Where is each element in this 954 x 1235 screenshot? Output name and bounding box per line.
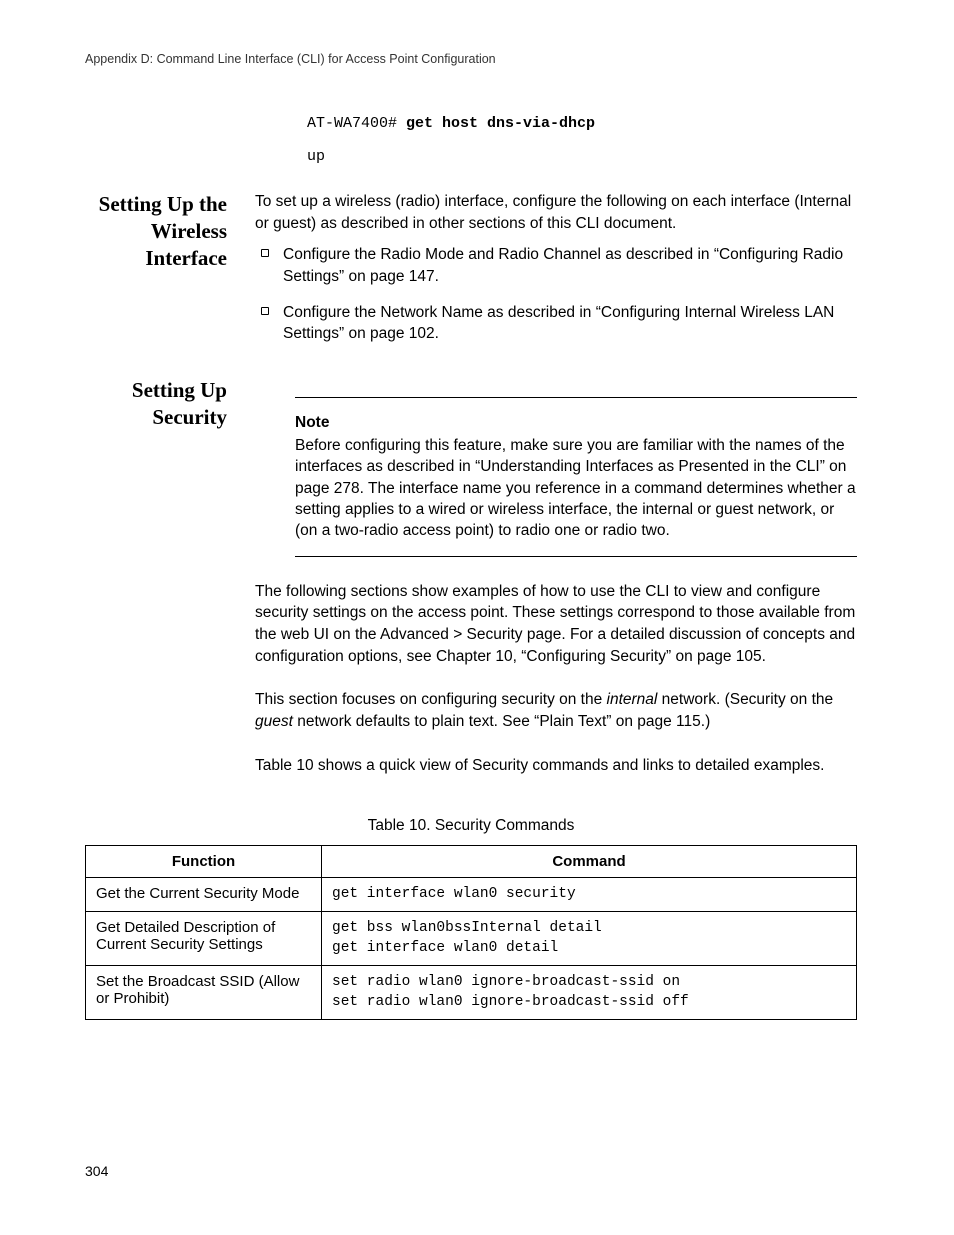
- cell-function-0: Get the Current Security Mode: [86, 877, 322, 912]
- cli-prompt: AT-WA7400#: [307, 115, 406, 132]
- cli-command: get host dns-via-dhcp: [406, 115, 595, 132]
- th-command: Command: [322, 845, 857, 877]
- table-header-row: Function Command: [86, 845, 857, 877]
- note-title: Note: [295, 412, 857, 434]
- cli-command-line: AT-WA7400# get host dns-via-dhcp: [307, 114, 857, 132]
- security-para-3: Table 10 shows a quick view of Security …: [255, 755, 857, 777]
- note-box: Note Before configuring this feature, ma…: [295, 397, 857, 557]
- cell-function-2: Set the Broadcast SSID (Allow or Prohibi…: [86, 966, 322, 1020]
- p2-mid: network. (Security on the: [657, 691, 833, 708]
- wireless-bullet-2: Configure the Network Name as described …: [255, 302, 857, 345]
- cell-command-0: get interface wlan0 security: [322, 877, 857, 912]
- page-number: 304: [85, 1163, 108, 1179]
- p2-em2: guest: [255, 713, 293, 730]
- table-caption: Table 10. Security Commands: [85, 817, 857, 835]
- cell-command-1: get bss wlan0bssInternal detail get inte…: [322, 912, 857, 966]
- section-body-wireless: To set up a wireless (radio) interface, …: [255, 191, 857, 359]
- wireless-intro: To set up a wireless (radio) interface, …: [255, 191, 857, 234]
- cell-function-1: Get Detailed Description of Current Secu…: [86, 912, 322, 966]
- table-area: Table 10. Security Commands Function Com…: [85, 817, 857, 1021]
- th-function: Function: [86, 845, 322, 877]
- code-block: AT-WA7400# get host dns-via-dhcp up: [307, 114, 857, 165]
- side-heading-wireless: Setting Up the Wireless Interface: [85, 191, 255, 272]
- cli-output: up: [307, 148, 857, 165]
- security-commands-table: Function Command Get the Current Securit…: [85, 845, 857, 1021]
- page-header: Appendix D: Command Line Interface (CLI)…: [85, 52, 857, 66]
- section-body-security: Note Before configuring this feature, ma…: [255, 377, 857, 798]
- wireless-bullet-list: Configure the Radio Mode and Radio Chann…: [255, 244, 857, 345]
- table-row: Get Detailed Description of Current Secu…: [86, 912, 857, 966]
- security-para-1: The following sections show examples of …: [255, 581, 857, 668]
- section-wireless-interface: Setting Up the Wireless Interface To set…: [85, 191, 857, 359]
- p2-post: network defaults to plain text. See “Pla…: [293, 713, 710, 730]
- p2-em1: internal: [607, 691, 658, 708]
- wireless-bullet-1: Configure the Radio Mode and Radio Chann…: [255, 244, 857, 287]
- section-security: Setting Up Security Note Before configur…: [85, 377, 857, 798]
- cell-command-2: set radio wlan0 ignore-broadcast-ssid on…: [322, 966, 857, 1020]
- document-page: Appendix D: Command Line Interface (CLI)…: [0, 0, 954, 1235]
- security-para-2: This section focuses on configuring secu…: [255, 689, 857, 732]
- table-row: Set the Broadcast SSID (Allow or Prohibi…: [86, 966, 857, 1020]
- side-heading-security: Setting Up Security: [85, 377, 255, 431]
- p2-pre: This section focuses on configuring secu…: [255, 691, 607, 708]
- table-row: Get the Current Security Mode get interf…: [86, 877, 857, 912]
- note-body: Before configuring this feature, make su…: [295, 435, 857, 542]
